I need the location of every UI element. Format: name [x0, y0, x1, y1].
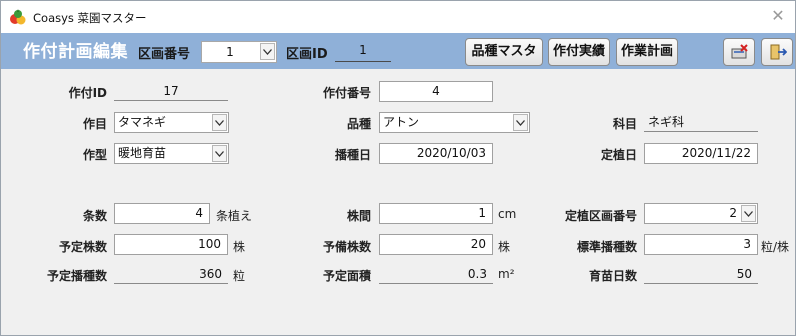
nursery-days-value: 50 — [644, 265, 758, 284]
plant-plot-number-select[interactable]: 2 — [644, 203, 758, 224]
seeds-per-plant-unit: 粒/株 — [761, 240, 790, 254]
variety-select[interactable]: アトン — [379, 112, 530, 133]
planned-plants-unit: 株 — [233, 240, 246, 254]
type-value: 暖地育苗 — [118, 146, 167, 160]
spacing-input[interactable]: 1 — [379, 203, 493, 224]
rows-unit: 条植え — [216, 209, 253, 223]
plot-number-label: 区画番号 — [138, 47, 191, 62]
sowing-date-label: 播種日 — [334, 148, 371, 162]
type-label: 作型 — [82, 148, 107, 162]
seeds-per-plant-input[interactable]: 3 — [644, 234, 758, 255]
planting-date-label: 定植日 — [600, 148, 637, 162]
delete-record-icon — [731, 44, 748, 59]
category-select[interactable]: タマネギ — [114, 112, 229, 133]
rows-input[interactable]: 4 — [114, 203, 210, 224]
close-icon[interactable]: ✕ — [769, 7, 787, 25]
family-label: 科目 — [612, 117, 637, 131]
planting-id-value: 17 — [114, 82, 228, 101]
chevron-down-icon[interactable] — [260, 43, 275, 60]
app-window: Coasys 菜園マスター ✕ 作付計画編集 区画番号 1 区画ID 1 品種マ… — [0, 0, 796, 336]
variety-value: アトン — [383, 115, 420, 129]
planned-seeds-value: 360 — [114, 265, 228, 284]
title-bar: Coasys 菜園マスター ✕ — [1, 1, 795, 33]
planned-plants-input[interactable]: 100 — [114, 234, 228, 255]
window-title: Coasys 菜園マスター — [33, 11, 147, 25]
planned-area-label: 予定面積 — [322, 269, 371, 283]
planned-area-unit: m² — [498, 267, 515, 281]
planned-seeds-unit: 粒 — [233, 269, 246, 283]
plot-id-value: 1 — [335, 43, 391, 62]
spare-plants-input[interactable]: 20 — [379, 234, 493, 255]
plot-number-value: 1 — [226, 45, 234, 59]
planting-record-button[interactable]: 作付実績 — [548, 38, 610, 66]
spacing-label: 株間 — [346, 209, 371, 223]
variety-master-button[interactable]: 品種マスタ — [465, 38, 543, 66]
plot-id-label: 区画ID — [286, 47, 328, 62]
vegetable-app-icon — [10, 9, 26, 25]
planned-area-value: 0.3 — [379, 265, 493, 284]
variety-label: 品種 — [346, 117, 371, 131]
exit-button[interactable] — [761, 38, 793, 66]
chevron-down-icon[interactable] — [212, 145, 227, 162]
form-title: 作付計画編集 — [23, 42, 128, 62]
planting-number-label: 作付番号 — [322, 86, 371, 100]
category-value: タマネギ — [118, 115, 167, 129]
form-header: 作付計画編集 区画番号 1 区画ID 1 品種マスタ 作付実績 作業計画 — [1, 33, 795, 69]
seeds-per-plant-label: 標準播種数 — [576, 240, 637, 254]
family-value: ネギ科 — [644, 113, 758, 132]
sowing-date-input[interactable]: 2020/10/03 — [379, 143, 493, 164]
delete-button[interactable] — [723, 38, 755, 66]
plant-plot-number-value: 2 — [729, 206, 737, 220]
exit-door-icon — [770, 44, 787, 60]
spare-plants-unit: 株 — [498, 240, 511, 254]
type-select[interactable]: 暖地育苗 — [114, 143, 229, 164]
planting-number-input[interactable]: 4 — [379, 81, 493, 102]
plant-plot-number-label: 定植区画番号 — [564, 209, 637, 223]
rows-label: 条数 — [82, 209, 107, 223]
plot-number-select[interactable]: 1 — [201, 41, 277, 63]
chevron-down-icon[interactable] — [212, 114, 227, 131]
spacing-unit: cm — [498, 207, 517, 221]
planned-seeds-label: 予定播種数 — [46, 269, 107, 283]
work-plan-button[interactable]: 作業計画 — [616, 38, 678, 66]
category-label: 作目 — [82, 117, 107, 131]
planned-plants-label: 予定株数 — [58, 240, 107, 254]
spare-plants-label: 予備株数 — [322, 240, 371, 254]
planting-date-input[interactable]: 2020/11/22 — [644, 143, 758, 164]
chevron-down-icon[interactable] — [513, 114, 528, 131]
nursery-days-label: 育苗日数 — [588, 269, 637, 283]
planting-id-label: 作付ID — [68, 86, 107, 100]
chevron-down-icon[interactable] — [741, 205, 756, 222]
